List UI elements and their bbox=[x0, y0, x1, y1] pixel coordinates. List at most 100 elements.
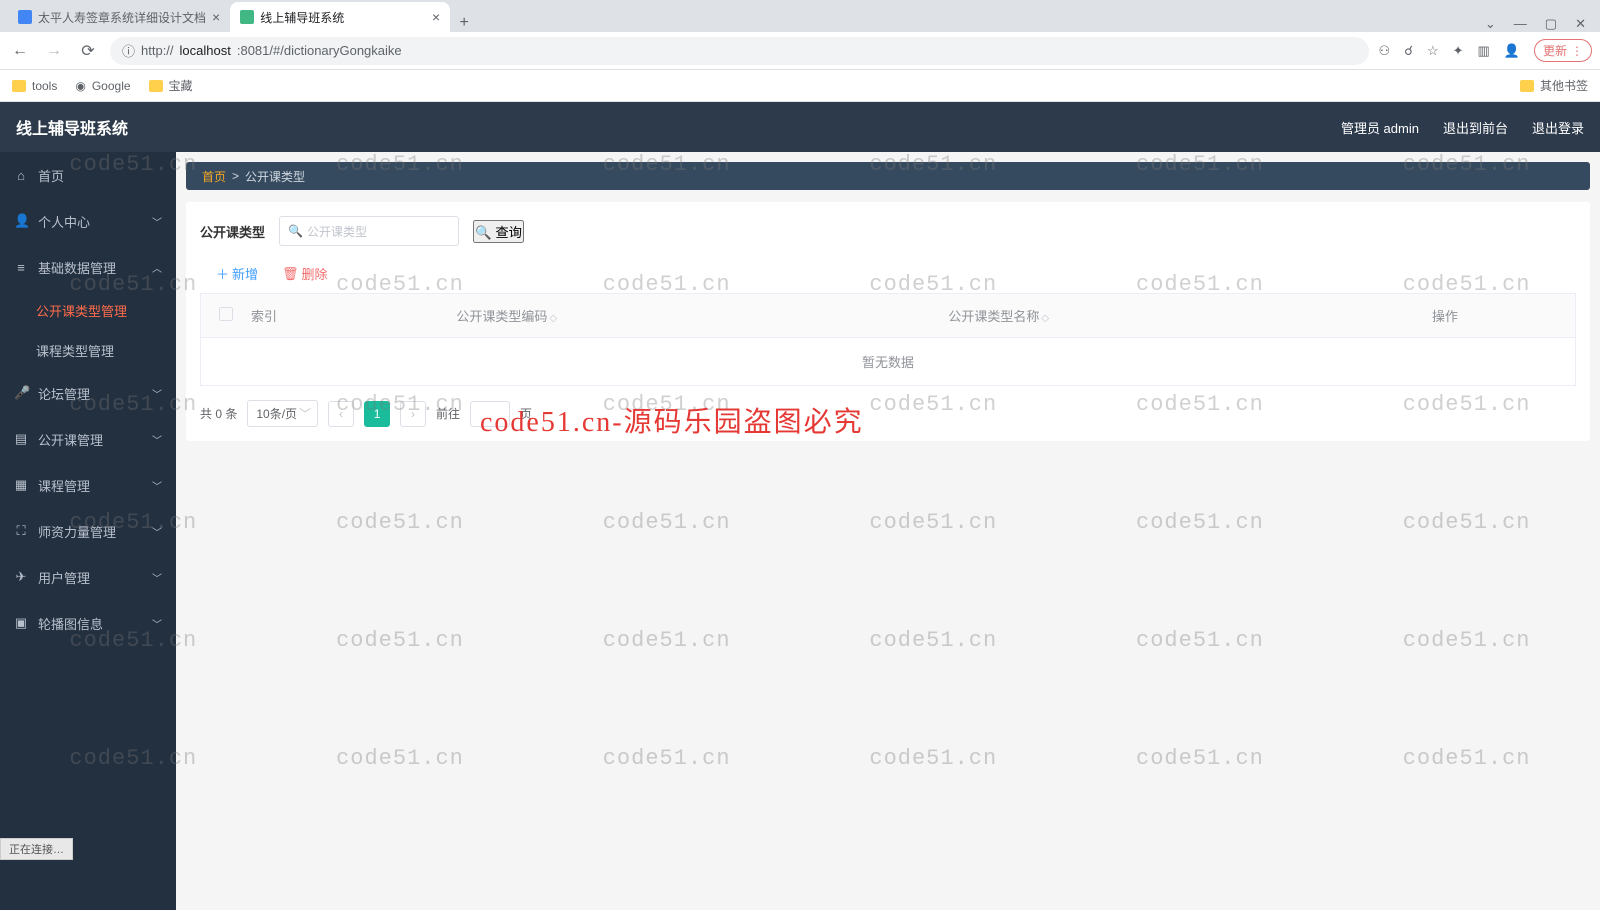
sidebar-item-personal[interactable]: 👤个人中心﹀ bbox=[0, 198, 176, 244]
delete-button[interactable]: 🗑删除 bbox=[282, 264, 328, 283]
forward-button[interactable]: → bbox=[42, 42, 66, 60]
sidebar-sub-coursetype[interactable]: 课程类型管理 bbox=[0, 330, 176, 370]
book-icon: ▤ bbox=[14, 431, 28, 447]
select-all-checkbox[interactable] bbox=[219, 307, 233, 321]
chevron-down-icon: ﹀ bbox=[152, 570, 162, 585]
empty-text: 暂无数据 bbox=[201, 338, 1575, 385]
query-button[interactable]: 🔍 查询 bbox=[473, 220, 524, 243]
chevron-down-icon: ﹀ bbox=[299, 405, 311, 422]
prev-page-button[interactable]: ‹ bbox=[328, 401, 354, 427]
chevron-up-icon: ︿ bbox=[152, 260, 162, 275]
favicon-icon bbox=[18, 10, 32, 24]
reading-list-icon[interactable]: ▥ bbox=[1478, 43, 1490, 59]
search-icon: 🔍 bbox=[475, 225, 492, 240]
breadcrumb-sep: > bbox=[232, 169, 239, 183]
url-prefix: http:// bbox=[141, 43, 174, 58]
browser-tab-0[interactable]: 太平人寿签章系统详细设计文档 × bbox=[8, 2, 230, 32]
update-button[interactable]: 更新⋮ bbox=[1534, 39, 1592, 62]
app-header: 线上辅导班系统 管理员 admin 退出到前台 退出登录 bbox=[0, 102, 1600, 152]
close-icon[interactable]: × bbox=[432, 9, 440, 25]
goto-label: 前往 bbox=[436, 405, 460, 422]
sidebar-item-home[interactable]: ⌂首页 bbox=[0, 152, 176, 198]
bookmarks-bar: tools ◉Google 宝藏 其他书签 bbox=[0, 70, 1600, 102]
browser-tab-1[interactable]: 线上辅导班系统 × bbox=[230, 2, 450, 32]
add-button[interactable]: ＋新增 bbox=[216, 264, 258, 283]
close-window-icon[interactable]: ✕ bbox=[1575, 16, 1586, 32]
mic-icon: 🎤 bbox=[14, 385, 28, 401]
sidebar-item-course[interactable]: ▦课程管理﹀ bbox=[0, 462, 176, 508]
favicon-icon bbox=[240, 10, 254, 24]
sidebar-item-opencourse[interactable]: ▤公开课管理﹀ bbox=[0, 416, 176, 462]
breadcrumb: 首页 > 公开课类型 bbox=[186, 162, 1590, 190]
col-name[interactable]: 公开课类型名称◇ bbox=[682, 306, 1315, 325]
sidebar-item-teacher[interactable]: ⛶师资力量管理﹀ bbox=[0, 508, 176, 554]
table-header: 索引 公开课类型编码◇ 公开课类型名称◇ 操作 bbox=[201, 294, 1575, 338]
new-tab-button[interactable]: + bbox=[450, 14, 478, 32]
page-suffix: 页 bbox=[520, 405, 532, 422]
goto-front[interactable]: 退出到前台 bbox=[1443, 118, 1508, 137]
col-index: 索引 bbox=[251, 306, 331, 325]
folder-icon bbox=[149, 80, 163, 92]
goto-page-input[interactable] bbox=[470, 401, 510, 427]
bookmark-other[interactable]: 其他书签 bbox=[1520, 77, 1588, 94]
chevron-down-icon: ﹀ bbox=[152, 214, 162, 229]
total-text: 共 0 条 bbox=[200, 405, 237, 422]
share-icon[interactable]: ☌ bbox=[1404, 43, 1413, 59]
reload-button[interactable]: ⟳ bbox=[76, 41, 100, 61]
tab-title: 太平人寿签章系统详细设计文档 bbox=[38, 9, 206, 26]
bookmark-google[interactable]: ◉Google bbox=[75, 79, 130, 93]
grid-icon: ▦ bbox=[14, 477, 28, 493]
maximize-icon[interactable]: ▢ bbox=[1545, 16, 1557, 32]
sidebar: ⌂首页 👤个人中心﹀ ≡基础数据管理︿ 公开课类型管理 课程类型管理 🎤论坛管理… bbox=[0, 152, 176, 910]
window-controls: ⌄ — ▢ ✕ bbox=[1471, 16, 1600, 32]
next-page-button[interactable]: › bbox=[400, 401, 426, 427]
home-icon: ⌂ bbox=[14, 168, 28, 183]
sidebar-sub-gkktype[interactable]: 公开课类型管理 bbox=[0, 290, 176, 330]
search-label: 公开课类型 bbox=[200, 222, 265, 241]
star-icon[interactable]: ☆ bbox=[1427, 43, 1439, 59]
search-input[interactable]: 🔍 公开课类型 bbox=[279, 216, 459, 246]
search-row: 公开课类型 🔍 公开课类型 🔍 查询 bbox=[200, 216, 1576, 246]
trash-icon: 🗑 bbox=[282, 266, 299, 282]
back-button[interactable]: ← bbox=[8, 42, 32, 60]
page-1-button[interactable]: 1 bbox=[364, 401, 390, 427]
sidebar-item-carousel[interactable]: ▣轮播图信息﹀ bbox=[0, 600, 176, 646]
folder-icon bbox=[12, 80, 26, 92]
action-row: ＋新增 🗑删除 bbox=[200, 264, 1576, 283]
bookmark-tools[interactable]: tools bbox=[12, 79, 57, 93]
bookmark-treasure[interactable]: 宝藏 bbox=[149, 77, 193, 94]
sidebar-item-basedata[interactable]: ≡基础数据管理︿ bbox=[0, 244, 176, 290]
send-icon: ✈ bbox=[14, 569, 28, 585]
close-icon[interactable]: × bbox=[212, 9, 220, 25]
address-bar[interactable]: ⓘ http://localhost:8081/#/dictionaryGong… bbox=[110, 37, 1369, 65]
extensions-icon[interactable]: ✦ bbox=[1453, 43, 1464, 59]
main-content: 首页 > 公开课类型 公开课类型 🔍 公开课类型 🔍 查询 ＋新增 🗑删除 bbox=[176, 152, 1600, 910]
col-code[interactable]: 公开课类型编码◇ bbox=[331, 306, 682, 325]
app-title: 线上辅导班系统 bbox=[16, 115, 128, 139]
breadcrumb-home[interactable]: 首页 bbox=[202, 168, 226, 185]
sort-icon: ◇ bbox=[549, 313, 557, 324]
minimize-icon[interactable]: — bbox=[1514, 16, 1527, 32]
status-bar: 正在连接… bbox=[0, 838, 73, 860]
url-host: localhost bbox=[180, 43, 231, 58]
sidebar-item-user[interactable]: ✈用户管理﹀ bbox=[0, 554, 176, 600]
translate-icon[interactable]: ⚇ bbox=[1379, 43, 1391, 59]
database-icon: ≡ bbox=[14, 260, 28, 275]
browser-tab-strip: 太平人寿签章系统详细设计文档 × 线上辅导班系统 × + ⌄ — ▢ ✕ bbox=[0, 0, 1600, 32]
data-table: 索引 公开课类型编码◇ 公开课类型名称◇ 操作 暂无数据 bbox=[200, 293, 1576, 386]
user-icon: 👤 bbox=[14, 213, 28, 229]
image-icon: ▣ bbox=[14, 615, 28, 631]
chevron-down-icon: ﹀ bbox=[152, 386, 162, 401]
page-size-select[interactable]: 10条/页﹀ bbox=[247, 400, 318, 427]
browser-toolbar: ← → ⟳ ⓘ http://localhost:8081/#/dictiona… bbox=[0, 32, 1600, 70]
sort-icon: ◇ bbox=[1041, 313, 1049, 324]
folder-icon bbox=[1520, 80, 1534, 92]
admin-label[interactable]: 管理员 admin bbox=[1341, 118, 1419, 137]
chevron-down-icon: ﹀ bbox=[152, 616, 162, 631]
profile-icon[interactable]: 👤 bbox=[1504, 43, 1520, 59]
logout[interactable]: 退出登录 bbox=[1532, 118, 1584, 137]
dropdown-icon[interactable]: ⌄ bbox=[1485, 16, 1496, 32]
search-placeholder: 公开课类型 bbox=[307, 223, 367, 240]
sidebar-item-forum[interactable]: 🎤论坛管理﹀ bbox=[0, 370, 176, 416]
expand-icon: ⛶ bbox=[14, 523, 28, 539]
